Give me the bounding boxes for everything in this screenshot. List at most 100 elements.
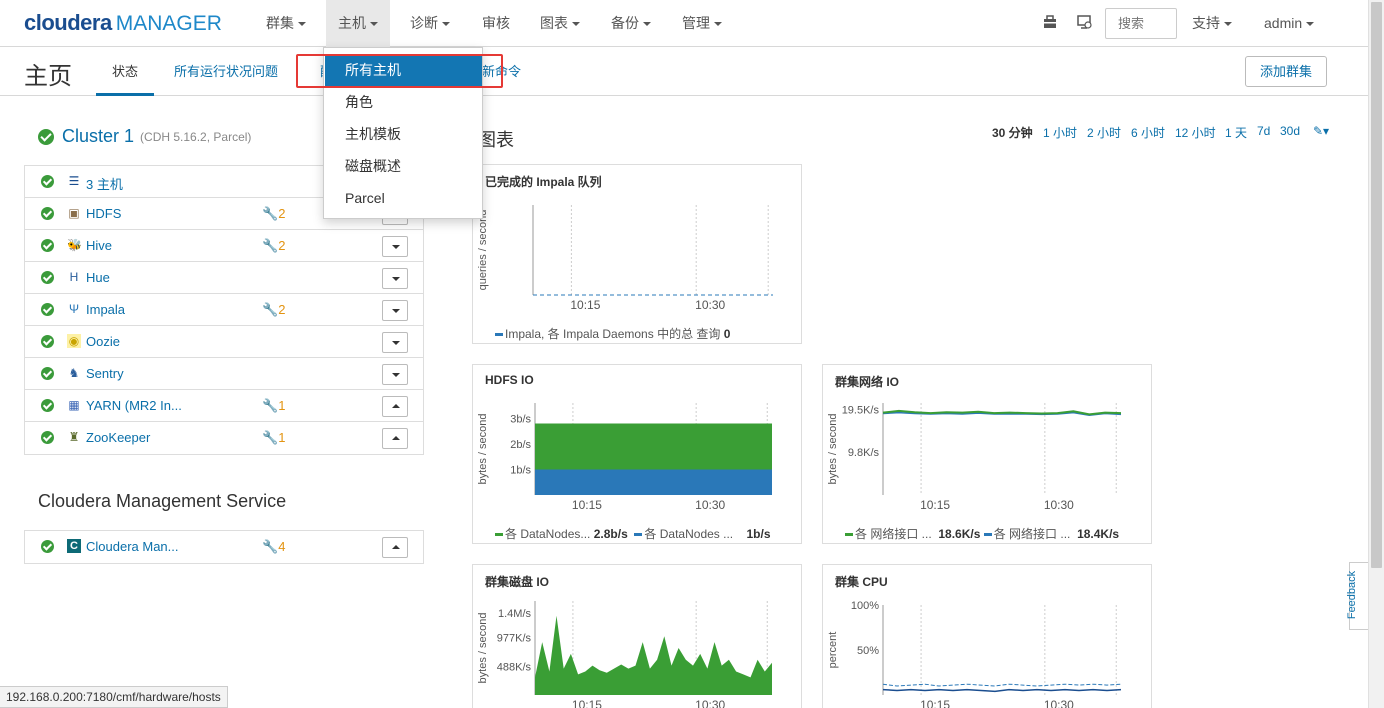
service-actions-toggle[interactable] <box>382 236 408 257</box>
y-tick-label: 1.4M/s <box>498 608 532 620</box>
service-name-link[interactable]: ZooKeeper <box>86 430 150 445</box>
tab-status[interactable]: 状态 <box>96 48 155 96</box>
cluster-name-link[interactable]: Cluster 1 <box>62 126 134 146</box>
cms-services-list: C Cloudera Man... 🔧4 <box>24 530 424 564</box>
cluster-header: Cluster 1 (CDH 5.16.2, Parcel) <box>38 126 251 150</box>
chart-cluster-disk-io[interactable]: 群集磁盘 IO 10:15 10:30 bytes / second 488K/s 97… <box>472 564 802 708</box>
chart-hdfs-io[interactable]: HDFS IO 10:15 10:30 bytes / second 1b/s 2b/s… <box>472 364 802 544</box>
menu-item-roles[interactable]: 角色 <box>325 86 482 118</box>
time-range-30m[interactable]: 30 分钟 <box>992 124 1033 141</box>
add-cluster-button[interactable]: 添加群集 <box>1245 56 1327 87</box>
hosts-icon: ☰ <box>68 174 80 188</box>
chevron-down-icon <box>298 22 306 27</box>
service-row: ♜ ZooKeeper 🔧1 <box>25 422 423 454</box>
nav-clusters[interactable]: 群集 <box>266 0 306 47</box>
service-name-link[interactable]: Impala <box>86 302 125 317</box>
time-range-1d[interactable]: 1 天 <box>1225 124 1247 141</box>
annotation-highlight <box>296 54 503 88</box>
y-tick-label: 1b/s <box>510 464 531 476</box>
service-row: ♞ Sentry <box>25 358 423 390</box>
health-good-icon <box>41 239 54 252</box>
service-name-link[interactable]: Sentry <box>86 366 124 381</box>
service-name-link[interactable]: HDFS <box>86 206 121 221</box>
cloudera-manager-logo[interactable]: cloudera MANAGER <box>24 10 222 36</box>
time-range-1h[interactable]: 1 小时 <box>1043 124 1077 141</box>
nav-hosts[interactable]: 主机 <box>326 0 390 47</box>
service-actions-toggle[interactable] <box>382 364 408 385</box>
service-name-link[interactable]: 3 主机 <box>86 174 123 193</box>
nav-support[interactable]: 支持 <box>1192 0 1232 47</box>
time-range-7d[interactable]: 7d <box>1257 124 1270 138</box>
service-name-link[interactable]: YARN (MR2 In... <box>86 398 182 413</box>
config-issues-badge[interactable]: 🔧1 <box>262 398 285 414</box>
hue-icon: H <box>69 270 79 284</box>
chart-cluster-cpu[interactable]: 群集 CPU 10:15 10:30 percent 50% 100% <box>822 564 1152 708</box>
service-name-link[interactable]: Cloudera Man... <box>86 539 179 554</box>
scrollbar-thumb[interactable] <box>1371 2 1382 568</box>
service-actions-toggle[interactable] <box>382 537 408 558</box>
config-issues-badge[interactable]: 🔧1 <box>262 430 285 446</box>
y-axis-label: bytes / second <box>477 613 489 684</box>
yarn-icon: ▦ <box>68 398 80 412</box>
x-tick-label: 10:15 <box>920 498 950 512</box>
top-navbar: clouderaMANAGER 群集 主机 诊断 审核 图表 备份 管理 支持 … <box>0 0 1368 47</box>
chevron-down-icon <box>1306 22 1315 27</box>
nav-administration[interactable]: 管理 <box>682 0 722 47</box>
y-tick-label: 19.5K/s <box>842 405 880 417</box>
service-row-cloudera-management: C Cloudera Man... 🔧4 <box>25 531 423 563</box>
search-input[interactable] <box>1105 8 1177 39</box>
time-range-2h[interactable]: 2 小时 <box>1087 124 1121 141</box>
area-series-datanodes-write <box>535 469 772 495</box>
health-good-icon <box>41 175 54 188</box>
chart-cluster-network-io[interactable]: 群集网络 IO 10:15 10:30 bytes / second 9.8K/s 19… <box>822 364 1152 544</box>
nav-diagnostics[interactable]: 诊断 <box>410 0 450 47</box>
health-good-icon <box>41 540 54 553</box>
hive-icon: 🐝 <box>67 238 82 252</box>
chart-legend: 各 网络接口 ... 18.6K/s 各 网络接口 ... 18.4K/s <box>845 525 1119 542</box>
time-range-6h[interactable]: 6 小时 <box>1131 124 1165 141</box>
chevron-down-icon <box>392 373 400 377</box>
service-name-link[interactable]: Oozie <box>86 334 120 349</box>
service-row: ◉ Oozie <box>25 326 423 358</box>
config-issues-badge[interactable]: 🔧4 <box>262 539 285 555</box>
service-actions-toggle[interactable] <box>382 300 408 321</box>
service-actions-toggle[interactable] <box>382 428 408 449</box>
parcel-icon[interactable] <box>1041 14 1059 32</box>
chevron-down-icon <box>392 245 400 249</box>
tab-all-health-issues[interactable]: 所有运行状况问题 <box>174 48 278 96</box>
edit-time-range-icon[interactable]: ✎▾ <box>1313 124 1329 138</box>
service-actions-toggle[interactable] <box>382 332 408 353</box>
menu-item-parcels[interactable]: Parcel <box>325 182 482 214</box>
config-issues-badge[interactable]: 🔧2 <box>262 238 285 254</box>
nav-backup[interactable]: 备份 <box>611 0 651 47</box>
menu-item-host-templates[interactable]: 主机模板 <box>325 118 482 150</box>
service-actions-toggle[interactable] <box>382 268 408 289</box>
page-header: 主页 状态 所有运行状况问题 配 新命令 添加群集 <box>0 48 1368 96</box>
time-range-30d[interactable]: 30d <box>1280 124 1300 138</box>
service-name-link[interactable]: Hive <box>86 238 112 253</box>
service-row: H Hue <box>25 262 423 294</box>
vertical-scrollbar[interactable] <box>1368 0 1384 708</box>
x-tick-label: 10:15 <box>572 498 602 512</box>
nav-audits[interactable]: 审核 <box>482 0 510 47</box>
chevron-up-icon <box>392 404 400 408</box>
feedback-tab[interactable]: Feedback <box>1346 562 1368 630</box>
y-axis-label: bytes / second <box>827 414 839 485</box>
sentry-icon: ♞ <box>68 366 80 380</box>
running-commands-icon[interactable] <box>1075 14 1093 32</box>
service-actions-toggle[interactable] <box>382 396 408 417</box>
chevron-down-icon <box>442 22 450 27</box>
config-issues-badge[interactable]: 🔧2 <box>262 206 285 222</box>
nav-charts[interactable]: 图表 <box>540 0 580 47</box>
config-issues-badge[interactable]: 🔧2 <box>262 302 285 318</box>
chart-impala-queries[interactable]: 已完成的 Impala 队列 10:15 10:30 queries / secon… <box>472 164 802 344</box>
nav-user-menu[interactable]: admin <box>1264 0 1315 47</box>
health-good-icon <box>38 128 54 145</box>
service-name-link[interactable]: Hue <box>86 270 110 285</box>
menu-item-disk-overview[interactable]: 磁盘概述 <box>325 150 482 182</box>
chevron-down-icon <box>572 22 580 27</box>
y-tick-label: 977K/s <box>497 633 532 645</box>
chevron-down-icon <box>1224 22 1232 27</box>
y-axis-label: percent <box>827 632 839 669</box>
time-range-12h[interactable]: 12 小时 <box>1175 124 1216 141</box>
